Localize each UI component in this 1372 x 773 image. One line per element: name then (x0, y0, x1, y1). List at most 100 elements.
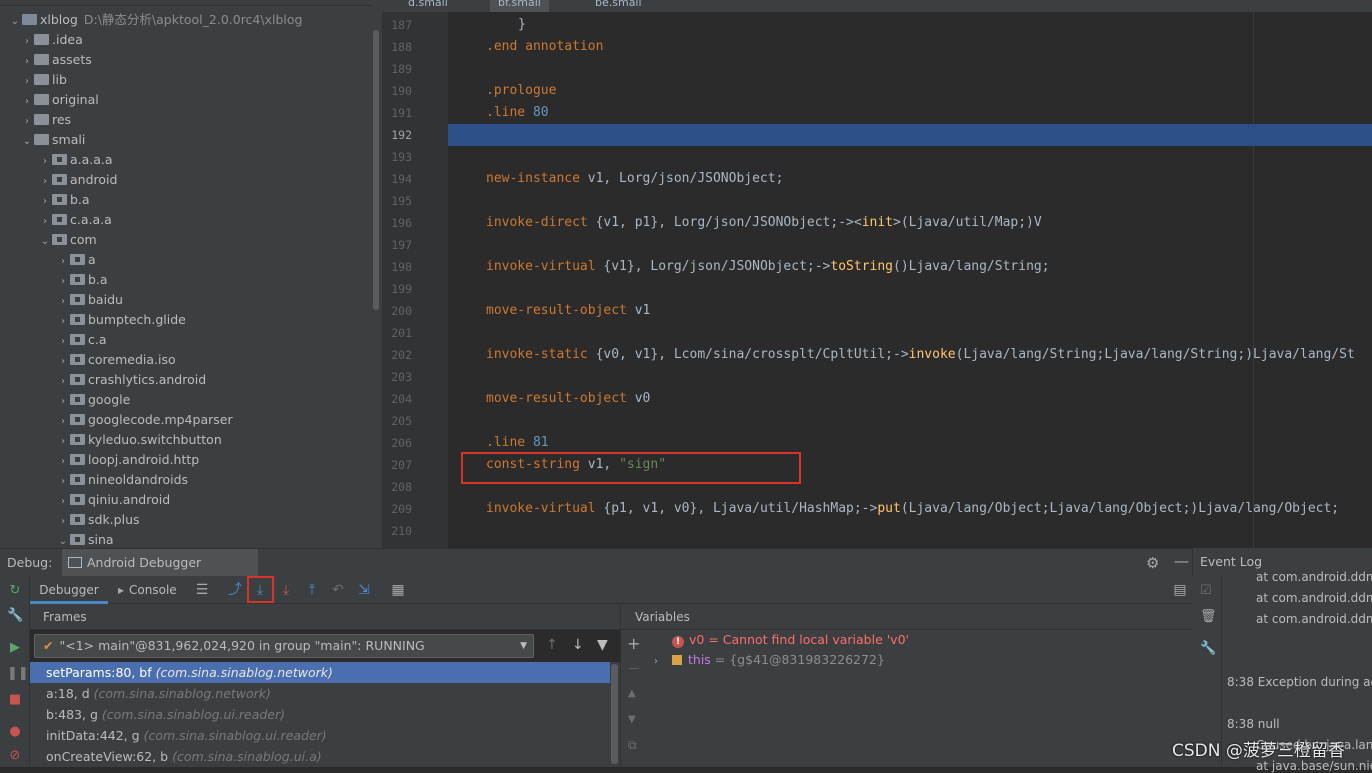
tree-item[interactable]: ⌄ smali (20, 130, 86, 152)
drop-frame-icon[interactable]: ↶ (329, 581, 347, 599)
frames-scrollbar-thumb[interactable] (611, 664, 618, 764)
tree-item[interactable]: › coremedia.iso (56, 350, 176, 370)
trash-icon[interactable]: 🗑 (1200, 609, 1217, 624)
editor-tab-be-smali[interactable]: be.smali (587, 0, 650, 12)
tree-root-xlblog[interactable]: ⌄ xlblog D:\静态分析\apktool_2.0.0rc4\xlblog (8, 10, 303, 32)
editor-tab-bf-smali[interactable]: bf.smali (490, 0, 549, 12)
tree-item[interactable]: ⌄ sina (56, 530, 114, 550)
wrench-icon[interactable]: 🔧 (1200, 641, 1216, 656)
chevron-right-icon[interactable]: › (56, 372, 70, 392)
chevron-right-icon[interactable]: › (56, 252, 70, 272)
chevron-right-icon[interactable]: › (56, 292, 70, 312)
chevron-right-icon[interactable]: › (56, 272, 70, 292)
tree-item[interactable]: › res (20, 110, 71, 130)
chevron-right-icon[interactable]: › (20, 72, 34, 92)
show-execution-point-icon[interactable]: ⤴ (226, 581, 244, 599)
frame-row[interactable]: onCreateView:62, b (com.sina.sinablog.ui… (30, 746, 618, 767)
code-line[interactable]: } (518, 14, 526, 36)
chevron-right-icon[interactable]: › (38, 212, 52, 232)
code-line[interactable]: invoke-direct {v1, p1}, Lorg/json/JSONOb… (486, 212, 1042, 234)
chevron-down-icon[interactable]: ⌄ (20, 132, 34, 152)
remove-watch-icon[interactable]: — (629, 663, 639, 674)
tab-debugger[interactable]: Debugger (30, 576, 108, 604)
chevron-right-icon[interactable]: › (38, 172, 52, 192)
tree-item[interactable]: › b.a (38, 190, 90, 210)
code-line[interactable]: move-result-object v1 (486, 300, 650, 322)
mute-breakpoints-icon[interactable]: ⊘ (7, 748, 23, 764)
chevron-right-icon[interactable]: › (56, 412, 70, 432)
tab-console[interactable]: ▸ Console (118, 576, 177, 604)
chevron-right-icon[interactable]: › (56, 452, 70, 472)
evaluate-expression-icon[interactable]: ▦ (389, 581, 407, 599)
rerun-icon[interactable]: ↻ (7, 583, 23, 599)
move-up-icon[interactable]: ▲ (628, 688, 636, 699)
chevron-down-icon[interactable]: ⌄ (8, 12, 22, 32)
code-line[interactable]: .prologue (486, 80, 556, 102)
chevron-right-icon[interactable]: › (20, 112, 34, 132)
frame-down-icon[interactable]: ↓ (572, 637, 584, 653)
tree-item[interactable]: › baidu (56, 290, 123, 310)
chevron-right-icon[interactable]: › (56, 352, 70, 372)
tree-item[interactable]: › android (38, 170, 117, 190)
chevron-right-icon[interactable]: › (20, 32, 34, 52)
chevron-right-icon[interactable]: › (56, 312, 70, 332)
code-line[interactable]: move-result-object v0 (486, 388, 650, 410)
wrench-icon[interactable]: 🔧 (7, 608, 23, 624)
variable-row-this[interactable]: › this = {g$41@831983226272} (654, 650, 885, 670)
tree-item[interactable]: › original (20, 90, 99, 110)
tree-item[interactable]: › bumptech.glide (56, 310, 186, 330)
frame-up-icon[interactable]: ↑ (546, 637, 558, 653)
code-line[interactable]: .line 81 (486, 432, 549, 454)
frame-row[interactable]: a:18, d (com.sina.sinablog.network) (30, 683, 618, 704)
move-down-icon[interactable]: ▼ (628, 714, 636, 725)
chevron-right-icon[interactable]: › (38, 192, 52, 212)
gear-icon[interactable]: ⚙ (1146, 554, 1159, 572)
filter-icon[interactable]: ▼ (597, 637, 608, 653)
chevron-right-icon[interactable]: › (56, 332, 70, 352)
tree-item[interactable]: › .idea (20, 30, 83, 50)
tree-item[interactable]: › a.a.a.a (38, 150, 113, 170)
stop-icon[interactable]: ■ (7, 692, 23, 708)
chevron-down-icon[interactable]: ⌄ (38, 232, 52, 252)
layout-settings-icon[interactable]: ▤ (1171, 581, 1189, 599)
variable-row-v0[interactable]: ! v0 = Cannot find local variable 'v0' (672, 630, 909, 650)
pause-icon[interactable]: ❚❚ (7, 666, 29, 682)
tree-item[interactable]: › googlecode.mp4parser (56, 410, 233, 430)
duplicate-watch-icon[interactable]: ⧉ (628, 738, 637, 753)
chevron-right-icon[interactable]: › (56, 512, 70, 532)
tree-item[interactable]: › google (56, 390, 130, 410)
chevron-right-icon[interactable]: › (654, 652, 666, 672)
threads-list-icon[interactable]: ☰ (193, 581, 211, 599)
chevron-right-icon[interactable]: › (56, 392, 70, 412)
tree-item[interactable]: › lib (20, 70, 67, 90)
tree-item[interactable]: › loopj.android.http (56, 450, 199, 470)
chevron-right-icon[interactable]: › (56, 492, 70, 512)
code-line[interactable]: .end annotation (486, 36, 603, 58)
tree-item[interactable]: › c.a.a.a (38, 210, 112, 230)
code-line[interactable]: invoke-static {v0, v1}, Lcom/sina/crossp… (486, 344, 1355, 366)
editor-tab-d-smali[interactable]: d.smali (400, 0, 456, 12)
run-to-cursor-icon[interactable]: ⇲ (355, 581, 373, 599)
frame-row[interactable]: initData:442, g (com.sina.sinablog.ui.re… (30, 725, 618, 746)
resume-icon[interactable]: ▶ (7, 640, 23, 656)
code-line[interactable]: .line 80 (486, 102, 549, 124)
tree-item[interactable]: ⌄ com (38, 230, 97, 250)
tree-scrollbar-thumb[interactable] (373, 30, 379, 310)
force-step-into-icon[interactable]: ⤓ (277, 581, 295, 599)
chevron-right-icon[interactable]: › (38, 152, 52, 172)
tree-item[interactable]: › crashlytics.android (56, 370, 206, 390)
frame-row[interactable]: b:483, g (com.sina.sinablog.ui.reader) (30, 704, 618, 725)
tree-item[interactable]: › assets (20, 50, 92, 70)
code-line[interactable]: invoke-virtual {p1, v1, v0}, Ljava/util/… (486, 498, 1339, 520)
view-breakpoints-icon[interactable]: ● (7, 724, 23, 740)
tree-item[interactable]: › qiniu.android (56, 490, 170, 510)
tree-item[interactable]: › b.a (56, 270, 108, 290)
debug-session-tab[interactable]: Android Debugger (64567)✕ (62, 549, 258, 598)
chevron-right-icon[interactable]: › (20, 92, 34, 112)
tree-item[interactable]: › sdk.plus (56, 510, 140, 530)
hide-icon[interactable]: — (1174, 552, 1189, 570)
chevron-right-icon[interactable]: › (20, 52, 34, 72)
new-watch-icon[interactable]: + (627, 634, 640, 653)
tree-item[interactable]: › c.a (56, 330, 107, 350)
chevron-right-icon[interactable]: › (56, 432, 70, 452)
